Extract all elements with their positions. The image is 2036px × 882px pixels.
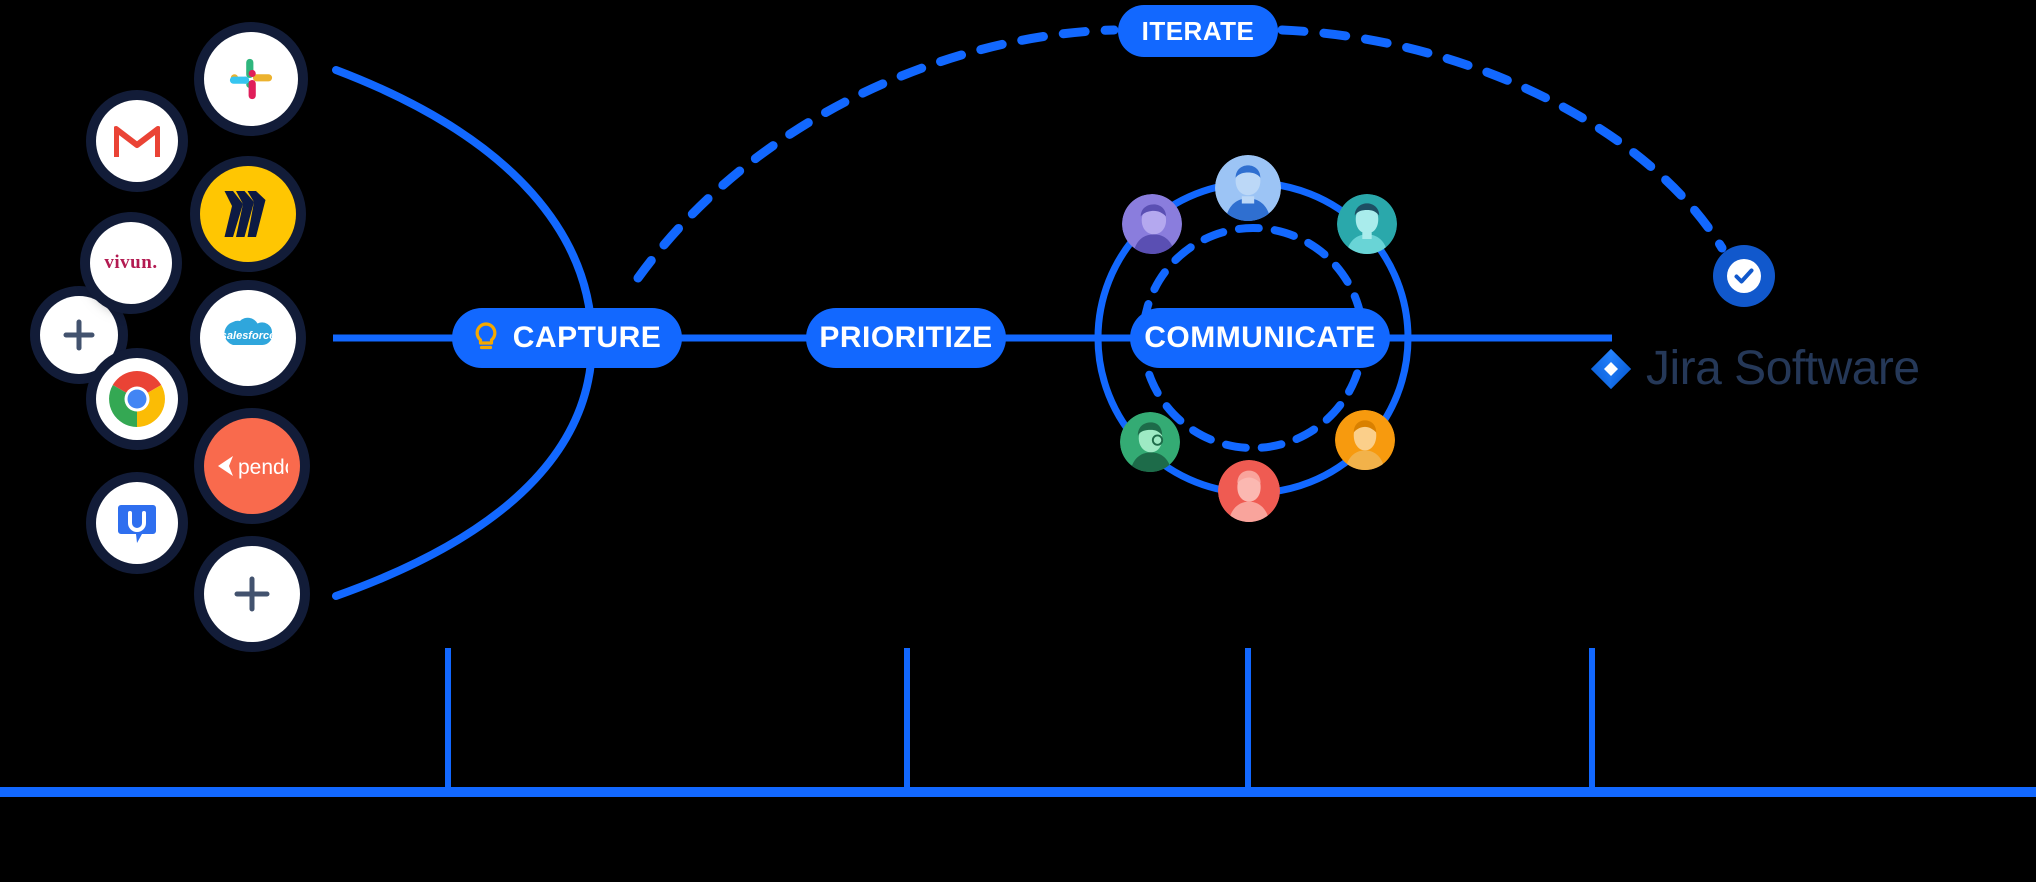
avatar-collaborator-green[interactable] (1120, 412, 1180, 472)
chrome-icon (109, 371, 165, 427)
stage-label-iterate: ITERATE (1141, 15, 1255, 46)
source-icon-salesforce[interactable]: salesforce (200, 290, 296, 386)
svg-text:pendo: pendo (238, 456, 288, 479)
avatar-icon (1120, 412, 1180, 472)
svg-text:salesforce: salesforce (221, 330, 275, 342)
stage-label-capture: CAPTURE (512, 321, 662, 354)
jira-diamond-icon (1591, 349, 1631, 389)
source-icon-miro[interactable] (200, 166, 296, 262)
miro-icon (224, 191, 266, 237)
source-icon-usersnap[interactable] (96, 482, 178, 564)
stage-pill-iterate[interactable]: ITERATE (1118, 5, 1278, 57)
jira-software-lockup: Jira Software (1590, 345, 1920, 393)
source-icon-slack[interactable] (204, 32, 298, 126)
jira-software-wordmark: Jira Software (1646, 342, 1920, 395)
source-icon-pendo[interactable]: pendo (204, 418, 300, 514)
vivun-icon: vivun. (104, 252, 158, 273)
stage-pill-communicate[interactable]: COMMUNICATE (1130, 308, 1390, 368)
done-check-badge[interactable] (1713, 245, 1775, 307)
avatar-icon (1215, 155, 1281, 221)
pendo-icon: pendo (218, 456, 288, 479)
avatar-collaborator-teal[interactable] (1337, 194, 1397, 254)
avatar-icon (1335, 410, 1395, 470)
source-icon-chrome[interactable] (96, 358, 178, 440)
plus-icon (234, 576, 270, 612)
slack-icon (229, 58, 273, 100)
lightbulb-icon (475, 322, 497, 350)
salesforce-icon: salesforce (221, 317, 275, 346)
avatar-collaborator-purple[interactable] (1122, 194, 1182, 254)
stage-pill-prioritize[interactable]: PRIORITIZE (806, 308, 1006, 368)
stage-label-prioritize: PRIORITIZE (819, 321, 993, 354)
stage-label-communicate: COMMUNICATE (1144, 321, 1376, 354)
iterate-arc-left (633, 25, 1119, 283)
connector-layer (0, 25, 2036, 797)
stage-pill-capture[interactable]: CAPTURE (452, 308, 682, 368)
source-icon-gmail[interactable] (96, 100, 178, 182)
usersnap-icon (118, 505, 156, 543)
avatar-icon (1337, 194, 1397, 254)
avatar-collaborator-blue[interactable] (1215, 155, 1281, 221)
gmail-icon (114, 126, 160, 157)
plus-icon (63, 319, 95, 351)
source-icon-add-right[interactable] (204, 546, 300, 642)
avatar-icon (1218, 460, 1280, 522)
avatar-collaborator-orange[interactable] (1335, 410, 1395, 470)
check-circle-icon (1727, 259, 1761, 293)
source-icon-add-left[interactable] (40, 296, 118, 374)
avatar-collaborator-red[interactable] (1218, 460, 1280, 522)
avatar-icon (1122, 194, 1182, 254)
diagram-canvas: vivun. salesforce pend CAPTURE PRIORITIZ… (0, 0, 2036, 882)
source-icon-vivun[interactable]: vivun. (90, 222, 172, 304)
